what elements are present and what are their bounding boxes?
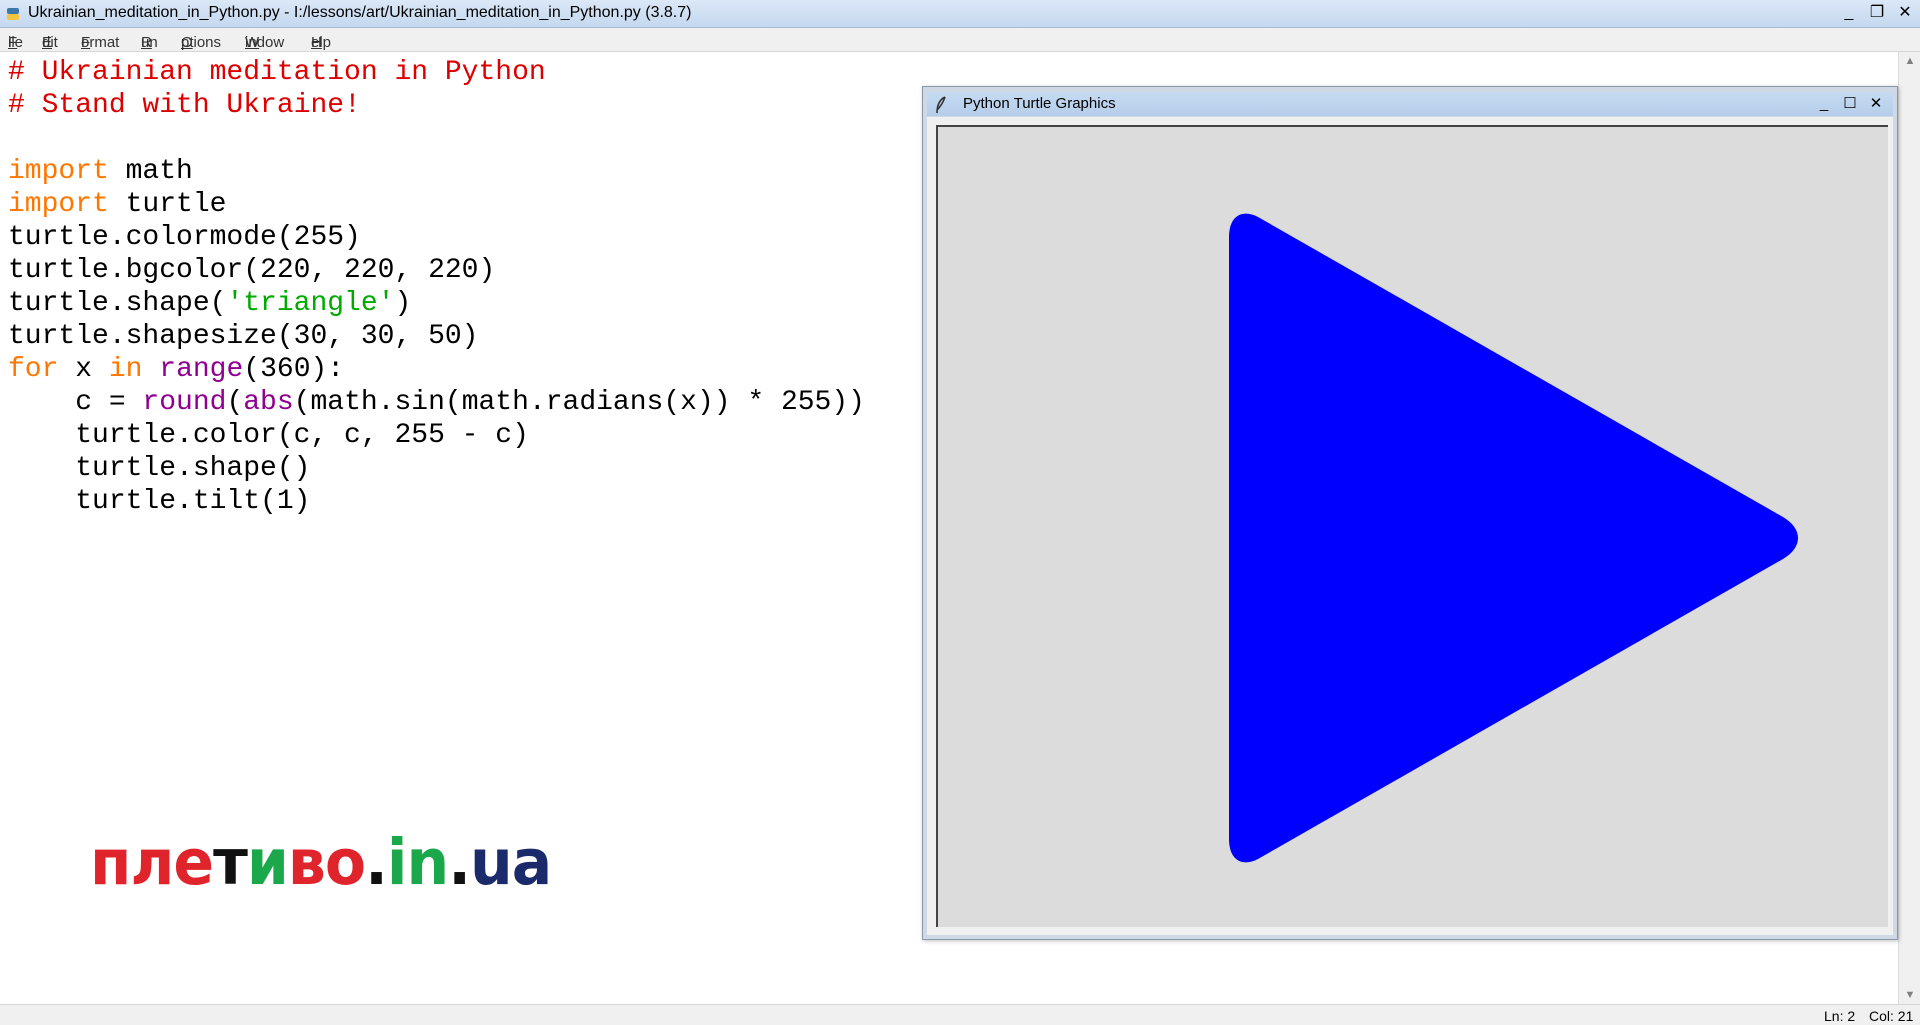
pletyvo-logo: плетиво.in.ua bbox=[90, 826, 552, 900]
menu-run-label: un bbox=[141, 34, 158, 51]
turtle-body bbox=[927, 117, 1893, 935]
comment: # Stand with Ukraine! bbox=[8, 90, 361, 121]
feather-icon bbox=[936, 96, 946, 114]
scroll-up-icon[interactable]: ▲ bbox=[1899, 52, 1920, 70]
logo-part: пле bbox=[90, 826, 214, 900]
close-button[interactable]: ✕ bbox=[1892, 3, 1918, 25]
turtle-drawing bbox=[1229, 213, 1798, 863]
code-text-segment: (math.sin(math.radians(x)) * 255)) bbox=[293, 387, 865, 418]
turtle-canvas[interactable] bbox=[936, 125, 1888, 927]
code-line-11: c = round(abs(math.sin(math.radians(x)) … bbox=[8, 386, 865, 419]
turtle-window-title: Python Turtle Graphics bbox=[963, 95, 1116, 112]
logo-part: во bbox=[287, 826, 366, 900]
vertical-scrollbar[interactable]: ▲ ▼ bbox=[1898, 52, 1920, 1004]
turtle-close-button[interactable]: ✕ bbox=[1865, 94, 1887, 114]
code-line-14: turtle.tilt(1) bbox=[8, 486, 311, 517]
code-text-segment: (360): bbox=[243, 354, 345, 385]
keyword: import bbox=[8, 156, 109, 187]
comment: # Ukrainian meditation in Python bbox=[8, 57, 546, 88]
logo-part: in bbox=[386, 826, 449, 900]
code-line-10: for x in range(360): bbox=[8, 353, 865, 386]
code-text-segment: turtle.shape( bbox=[8, 288, 227, 319]
keyword: in bbox=[108, 354, 143, 385]
menu-file-label: ile bbox=[8, 34, 24, 51]
builtin: abs bbox=[243, 387, 294, 418]
code-line-6: turtle.colormode(255) bbox=[8, 222, 361, 253]
code-line-13: turtle.shape() bbox=[8, 453, 311, 484]
builtin: round bbox=[142, 387, 227, 418]
menu-edit-label: dit bbox=[42, 34, 58, 51]
code-text-segment bbox=[142, 354, 159, 385]
code-text-segment: math bbox=[108, 156, 193, 187]
logo-part: ua bbox=[470, 826, 552, 900]
code-line-2: # Stand with Ukraine! bbox=[8, 89, 865, 122]
minimize-button[interactable]: _ bbox=[1836, 3, 1862, 25]
status-bar: Ln: 2 Col: 21 bbox=[0, 1004, 1920, 1025]
code-text-segment: x bbox=[58, 354, 109, 385]
python-icon bbox=[7, 8, 19, 20]
turtle-maximize-button[interactable]: ☐ bbox=[1839, 94, 1861, 114]
turtle-titlebar[interactable]: Python Turtle Graphics _ ☐ ✕ bbox=[927, 92, 1893, 116]
builtin: range bbox=[159, 354, 244, 385]
keyword: import bbox=[8, 189, 109, 220]
logo-part: . bbox=[448, 826, 471, 900]
menubar: File Edit Format Run Options Window Help bbox=[0, 28, 1920, 52]
menu-window-label: indow bbox=[245, 34, 285, 51]
window-title: Ukrainian_meditation_in_Python.py - I:/l… bbox=[28, 4, 692, 21]
code-line-12: turtle.color(c, c, 255 - c) bbox=[8, 420, 529, 451]
code-text-segment: c = bbox=[8, 387, 143, 418]
code-text-segment: ( bbox=[226, 387, 244, 418]
code-line-1: # Ukrainian meditation in Python bbox=[8, 56, 865, 89]
restore-button[interactable]: ❐ bbox=[1864, 3, 1890, 25]
code-text[interactable]: # Ukrainian meditation in Python # Stand … bbox=[8, 56, 865, 518]
window-titlebar[interactable]: Ukrainian_meditation_in_Python.py - I:/l… bbox=[0, 0, 1920, 28]
turtle-triangle bbox=[1229, 213, 1798, 863]
logo-part: т bbox=[213, 826, 248, 900]
menu-help-label: elp bbox=[311, 34, 332, 51]
logo-part: . bbox=[365, 826, 388, 900]
turtle-minimize-button[interactable]: _ bbox=[1813, 94, 1835, 114]
code-text-segment: turtle bbox=[108, 189, 227, 220]
code-text-segment: ) bbox=[394, 288, 412, 319]
menu-format-label: ormat bbox=[81, 34, 120, 51]
code-line-9: turtle.shapesize(30, 30, 50) bbox=[8, 321, 479, 352]
code-line-7: turtle.bgcolor(220, 220, 220) bbox=[8, 255, 496, 286]
column-number: Col: 21 bbox=[1869, 1008, 1914, 1024]
code-line-5: import turtle bbox=[8, 188, 865, 221]
line-number: Ln: 2 bbox=[1824, 1008, 1856, 1024]
scroll-down-icon[interactable]: ▼ bbox=[1899, 986, 1920, 1004]
code-line-4: import math bbox=[8, 155, 865, 188]
menu-options-label: ptions bbox=[181, 34, 222, 51]
turtle-window[interactable]: Python Turtle Graphics _ ☐ ✕ bbox=[922, 86, 1898, 940]
keyword: for bbox=[8, 354, 59, 385]
code-line-8: turtle.shape('triangle') bbox=[8, 287, 865, 320]
string-literal: 'triangle' bbox=[226, 288, 395, 319]
logo-part: и bbox=[246, 826, 289, 900]
